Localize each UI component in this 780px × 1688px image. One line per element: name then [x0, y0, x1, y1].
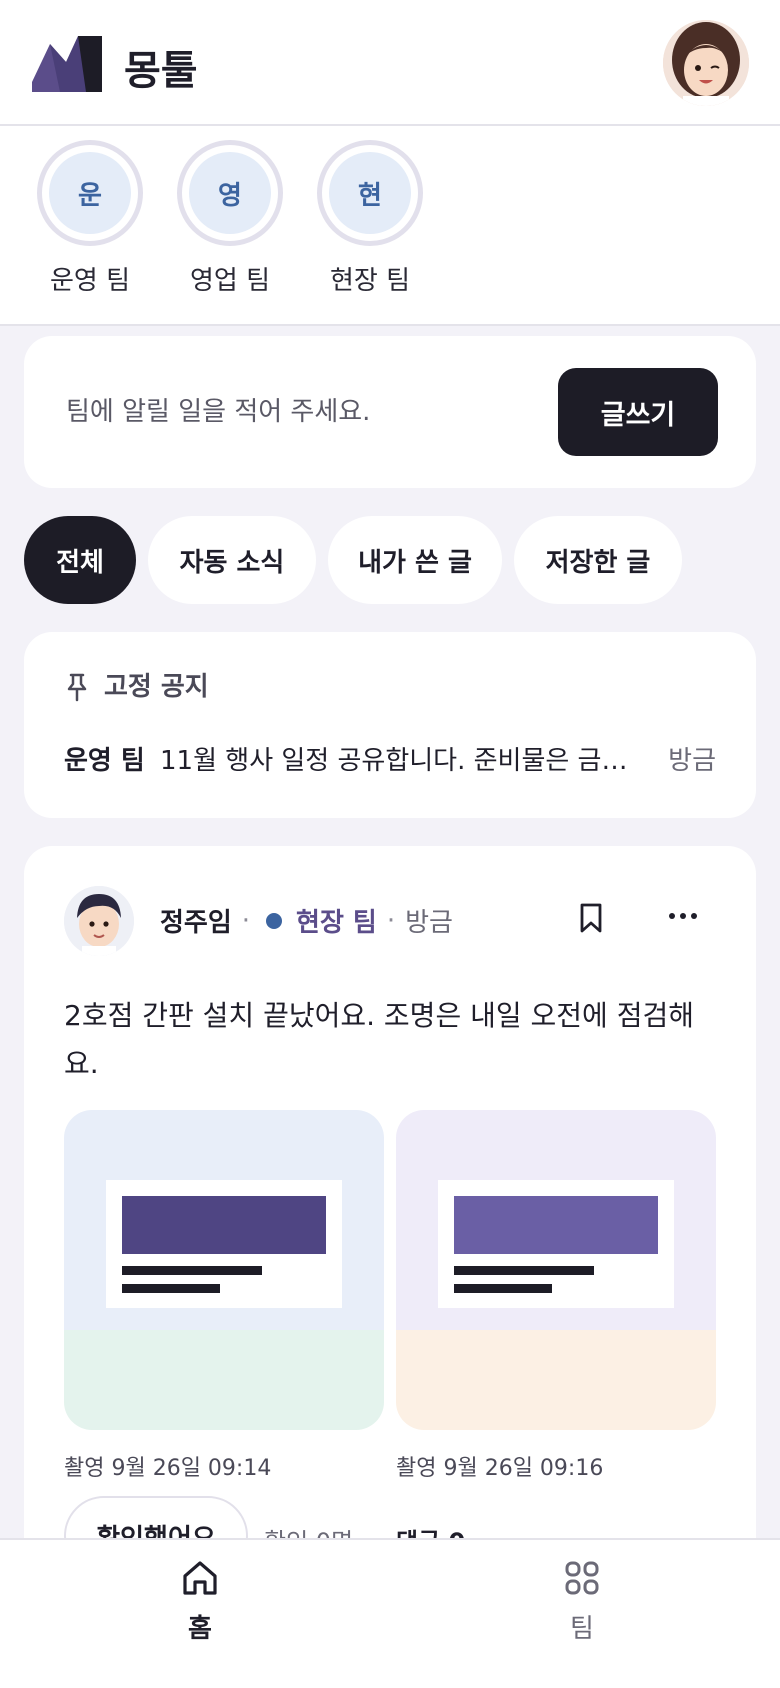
- team-item-operations[interactable]: 운 운영 팀: [20, 140, 160, 297]
- pinned-time: 방금: [668, 746, 716, 776]
- photo-caption: 촬영 9월 26일 09:14: [64, 1456, 272, 1481]
- filter-chip-saved[interactable]: 저장한 글: [514, 516, 682, 604]
- post-time: 방금: [405, 908, 453, 938]
- team-item-sales[interactable]: 영 영업 팀: [160, 140, 300, 297]
- post-photo[interactable]: [396, 1110, 716, 1430]
- nav-team[interactable]: 팀: [482, 1558, 682, 1645]
- bottom-nav: 홈 팀: [0, 1538, 780, 1688]
- profile-avatar[interactable]: [663, 20, 749, 106]
- nav-home[interactable]: 홈: [100, 1558, 300, 1645]
- composer-input[interactable]: [64, 386, 508, 438]
- team-color-dot: [266, 912, 283, 929]
- author-avatar[interactable]: [64, 886, 134, 956]
- more-options-icon[interactable]: [668, 908, 698, 924]
- post-photo[interactable]: [64, 1110, 384, 1430]
- pinned-notice-card[interactable]: 고정 공지 운영 팀 11월 행사 일정 공유합니다. 준비물은 금요일까지 확…: [24, 632, 756, 818]
- filter-chip-auto-news[interactable]: 자동 소식: [148, 516, 316, 604]
- signboard-photo-icon: [64, 1110, 384, 1430]
- filter-chip-my-posts[interactable]: 내가 쓴 글: [328, 516, 502, 604]
- app-title: 몽툴: [124, 48, 198, 94]
- post-author[interactable]: 정주임: [160, 902, 232, 939]
- signboard-photo-icon: [396, 1110, 716, 1430]
- team-label: 현장 팀: [329, 266, 411, 296]
- photo-caption: 촬영 9월 26일 09:16: [396, 1456, 604, 1481]
- team-label: 영업 팀: [189, 266, 271, 296]
- nav-team-label: 팀: [570, 1614, 594, 1644]
- home-icon: [183, 1561, 217, 1595]
- post-body: 2호점 간판 설치 끝났어요. 조명은 내일 오전에 점검해요.: [64, 999, 694, 1080]
- post-card: 정주임 · 현장 팀 · 방금 2호점 간판 설치 끝났어요. 조명은 내일 오…: [24, 846, 756, 1606]
- team-initial: 영: [189, 152, 271, 234]
- grid-icon: [565, 1561, 599, 1595]
- pinned-title: 고정 공지: [104, 672, 209, 702]
- team-label: 운영 팀: [49, 266, 131, 296]
- pinned-team: 운영 팀: [64, 746, 145, 776]
- app-header: 몽툴: [0, 0, 780, 126]
- filter-chip-all[interactable]: 전체: [24, 516, 136, 604]
- bookmark-icon[interactable]: [578, 902, 604, 934]
- team-initial: 현: [329, 152, 411, 234]
- team-item-field[interactable]: 현 현장 팀: [300, 140, 440, 297]
- post-meta: 정주임 · 현장 팀 · 방금: [160, 902, 453, 939]
- pinned-text: 11월 행사 일정 공유합니다. 준비물은 금요일까지 확인해 주세요.: [160, 746, 644, 776]
- write-button[interactable]: 글쓰기: [558, 368, 718, 456]
- pin-icon: [67, 673, 87, 702]
- profile-avatar-icon: [663, 20, 749, 106]
- post-team[interactable]: 현장 팀: [296, 902, 377, 939]
- team-strip: 운 운영 팀 영 영업 팀 현 현장 팀: [0, 126, 780, 326]
- app-logo-icon: [32, 36, 102, 92]
- author-avatar-icon: [64, 886, 134, 956]
- post-composer: 글쓰기: [24, 336, 756, 488]
- team-initial: 운: [49, 152, 131, 234]
- nav-home-label: 홈: [188, 1614, 212, 1644]
